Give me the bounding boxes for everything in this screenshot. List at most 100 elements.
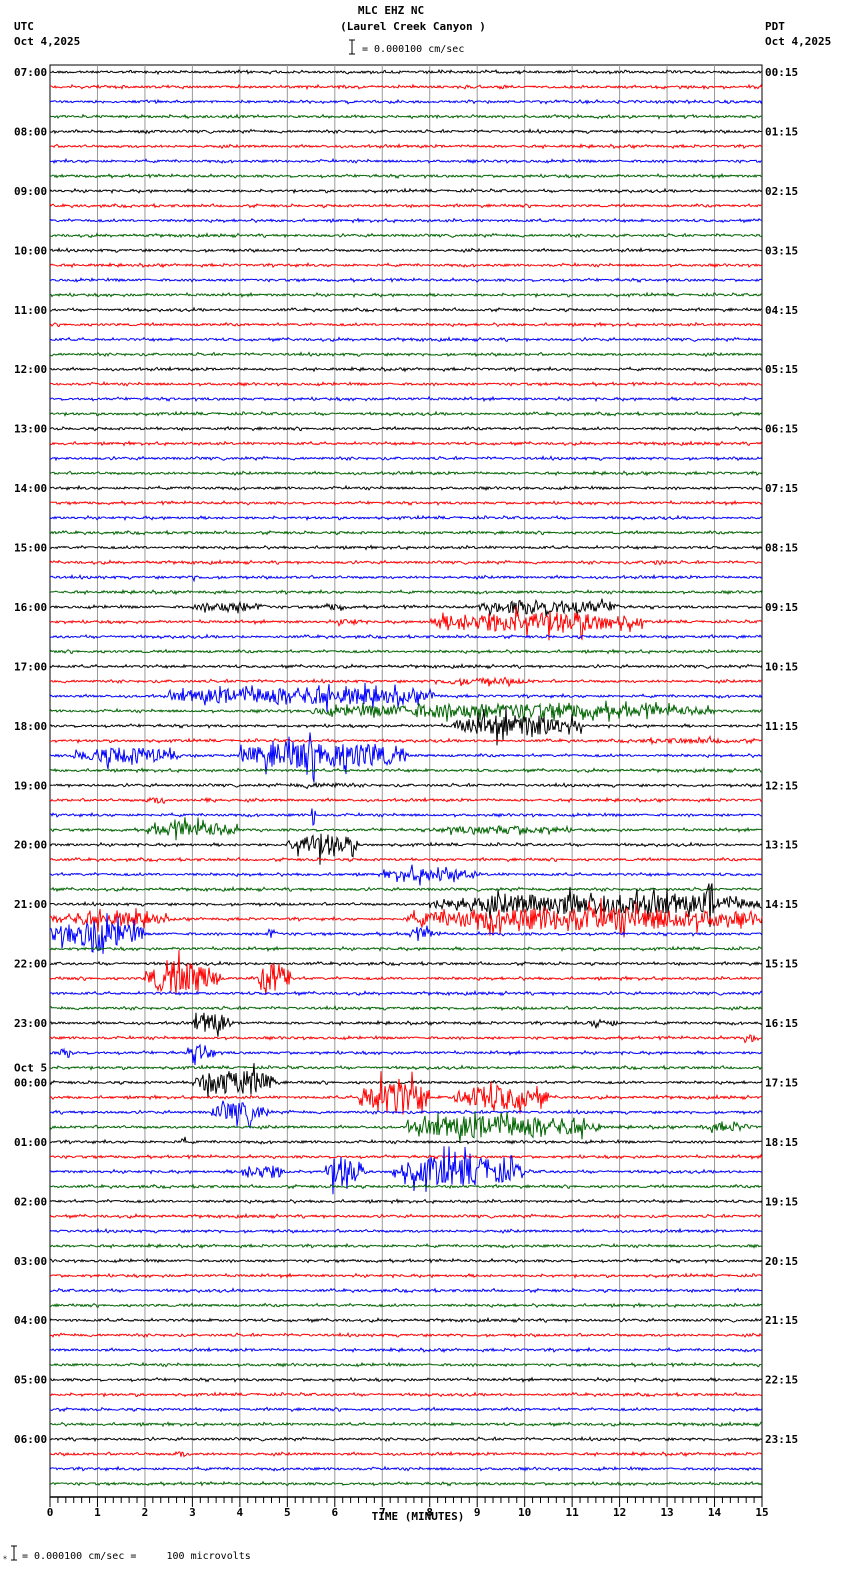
seismic-trace [49,1198,763,1205]
pdt-hour-label: 20:15 [765,1255,798,1268]
x-tick-label: 10 [518,1506,531,1519]
seismic-trace [49,1406,763,1413]
seismic-trace [49,1136,762,1145]
pdt-hour-label: 08:15 [765,542,798,555]
utc-hour-label: 23:00 [14,1017,47,1030]
pdt-hour-label: 11:15 [765,720,798,733]
utc-hour-label: 05:00 [14,1374,47,1387]
seismic-trace [49,573,763,583]
seismic-trace [50,960,763,967]
seismic-trace [49,1043,763,1066]
seismic-trace [49,172,763,180]
seismic-trace [49,1331,763,1338]
scale-bar-icon [349,39,355,55]
x-tick-label: 9 [474,1506,481,1519]
pdt-hour-label: 07:15 [765,482,798,495]
station-title: MLC EHZ NC [358,4,424,17]
seismic-trace [49,598,763,618]
pdt-hour-label: 00:15 [765,66,798,79]
utc-hour-label: 17:00 [14,660,47,673]
pdt-hour-label: 13:15 [765,839,798,852]
seismic-trace [49,1111,763,1143]
seismic-trace [49,529,763,536]
utc-hour-label: 18:00 [14,720,47,733]
seismic-trace [49,277,763,284]
seismic-trace [49,247,763,254]
seismic-trace [49,1012,763,1037]
pdt-hour-label: 10:15 [765,660,798,673]
seismic-trace [49,157,763,165]
x-tick-label: 3 [189,1506,196,1519]
seismic-trace [50,989,763,997]
pdt-hour-label: 17:15 [765,1076,798,1089]
seismic-trace [49,202,763,209]
seismic-trace [49,291,763,299]
seismic-trace [49,1480,763,1487]
seismic-trace [49,817,763,841]
seismic-trace [49,98,763,105]
seismic-trace [49,700,763,723]
pdt-hour-label: 02:15 [765,185,798,198]
pdt-hour-label: 18:15 [765,1136,798,1149]
utc-hour-label: 10:00 [14,244,47,257]
scale-text: = 0.000100 cm/sec [362,44,464,55]
utc-hour-label: 16:00 [14,601,47,614]
seismic-trace [49,1242,763,1250]
seismic-trace [49,1287,763,1294]
left-timezone: UTC [14,20,34,33]
seismic-trace [49,648,763,655]
seismic-trace [49,232,763,239]
seismic-trace [49,440,763,447]
footer-scale-text: = 0.000100 cm/sec = 100 microvolts [22,1551,251,1562]
utc-hour-label: 06:00 [14,1433,47,1446]
seismic-trace [49,1212,763,1220]
seismic-trace [50,734,763,746]
x-tick-label: 5 [284,1506,291,1519]
seismic-trace [49,484,763,492]
seismic-trace [49,128,763,135]
location-title: (Laurel Creek Canyon ) [340,20,486,33]
footer-scale-bar-icon [11,1545,17,1561]
seismic-trace [49,1272,763,1279]
seismic-trace [49,261,763,269]
utc-hour-label: 19:00 [14,779,47,792]
right-timezone: PDT [765,20,785,33]
seismic-trace [49,781,763,790]
seismic-trace [49,380,763,388]
x-tick-label: 1 [94,1506,101,1519]
pdt-hour-label: 19:15 [765,1195,798,1208]
helicorder-chart: MLC EHZ NC (Laurel Creek Canyon ) UTC Oc… [3,4,831,1562]
utc-hour-label: 08:00 [14,125,47,138]
pdt-hour-label: 21:15 [765,1314,798,1327]
seismic-trace [49,1183,763,1190]
utc-hour-label: 04:00 [14,1314,47,1327]
x-tick-label: 6 [331,1506,338,1519]
left-date: Oct 4,2025 [14,35,80,48]
utc-hour-label: 11:00 [14,304,47,317]
seismic-trace [49,1153,763,1161]
seismic-trace [49,856,763,863]
seismic-trace [49,1071,763,1115]
seismic-trace [49,559,763,566]
seismic-trace [49,864,763,886]
seismic-trace [49,1227,763,1234]
pdt-hour-label: 03:15 [765,244,798,257]
seismic-trace [49,469,763,477]
pdt-hour-label: 05:15 [765,363,798,376]
seismic-trace [49,143,763,150]
seismic-trace [49,395,763,403]
seismic-trace [49,306,763,313]
seismic-trace [49,766,763,774]
seismic-trace [49,1316,763,1324]
utc-hour-label: 09:00 [14,185,47,198]
utc-hour-label: 07:00 [14,66,47,79]
seismic-trace [49,217,763,224]
x-tick-label: 4 [237,1506,244,1519]
pdt-hour-label: 23:15 [765,1433,798,1446]
x-tick-label: 12 [613,1506,626,1519]
traces [49,69,763,1487]
x-tick-label: 0 [47,1506,54,1519]
seismic-trace [49,321,763,328]
x-tick-label: 13 [660,1506,673,1519]
utc-hour-label: 12:00 [14,363,47,376]
